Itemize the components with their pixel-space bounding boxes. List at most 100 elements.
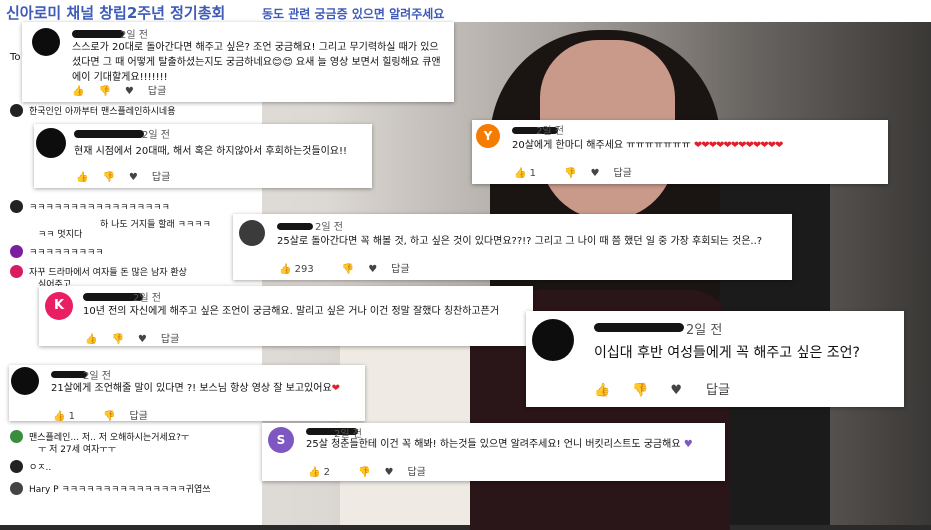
reply-button[interactable]: 답글 [391, 264, 409, 275]
chat-row: ㅋㅋㅋㅋㅋㅋㅋㅋㅋㅋㅋㅋㅋㅋㅋㅋㅋ [10, 200, 170, 216]
thumbs-up-icon[interactable]: 👍 1 [514, 168, 550, 179]
heart-icon[interactable]: ♥ [384, 467, 393, 478]
chat-row: ㅋㅋ 멋지다 [38, 230, 83, 240]
heart-icon[interactable]: ♥ [138, 334, 147, 345]
thumbs-down-icon[interactable]: 👎 [632, 383, 648, 398]
comment-card: 2일 전 현재 시점에서 20대때, 해서 혹은 하지않아서 후회하는것들이요!… [34, 124, 372, 188]
comment-actions: 👍 1 👎 답글 [53, 407, 162, 422]
comment-text: 스스로가 20대로 돌아간다면 해주고 싶은? 조언 궁금해요! 그리고 무기력… [72, 42, 441, 83]
heart-icon[interactable]: ♥ [368, 264, 377, 275]
chat-tab[interactable]: To [10, 52, 21, 63]
chat-row: 자꾸 드라마에서 여자들 돈 많은 남자 환상 [10, 265, 187, 281]
comment-time: 2일 전 [83, 371, 111, 382]
video-title-bar: 신아로미 채널 창립2주년 정기총회 동도 관련 궁금증 있으면 알려주세요 [0, 0, 931, 22]
thumbs-down-icon[interactable]: 👎 [102, 172, 114, 183]
thumbs-up-icon[interactable]: 👍 [85, 334, 97, 345]
comment-actions: 👍 👎 ♥ 답글 [72, 82, 180, 97]
comment-time: 2일 전 [315, 222, 343, 233]
avatar [10, 265, 23, 278]
thumbs-down-icon[interactable]: 👎 [342, 264, 354, 275]
avatar [10, 482, 23, 495]
thumbs-down-icon[interactable]: 👎 [98, 86, 110, 97]
comment-actions: 👍 👎 ♥ 답글 [76, 168, 184, 183]
avatar [532, 319, 574, 361]
comment-card: 2일 전 25살로 돌아간다면 꼭 해볼 것, 하고 싶은 것이 있다면요??!… [233, 214, 792, 280]
chat-row: ㅜ 저 27세 여자ㅜㅜ [38, 445, 116, 455]
thumbs-down-icon[interactable]: 👎 [564, 168, 576, 179]
thumbs-down-icon[interactable]: 👎 [111, 334, 123, 345]
heart-icon[interactable]: ♥ [590, 168, 599, 179]
chat-row: Hary P ㅋㅋㅋㅋㅋㅋㅋㅋㅋㅋㅋㅋㅋㅋㅋ귀엽쓰 [10, 482, 211, 498]
avatar [11, 367, 39, 395]
redacted-username [51, 371, 87, 378]
comment-time: 2일 전 [133, 293, 161, 304]
thumbs-up-icon[interactable]: 👍 [594, 383, 610, 398]
chat-row: 한국인인 아까부터 맨스플레인하시네용 [10, 104, 175, 120]
redacted-username [74, 130, 144, 138]
heart-emojis: ❤❤❤❤❤❤❤❤❤❤❤❤ [693, 140, 784, 151]
comment-time: 2일 전 [686, 323, 723, 338]
avatar [10, 245, 23, 258]
comment-actions: 👍 2 👎 ♥ 답글 [308, 463, 440, 478]
avatar [36, 128, 66, 158]
purple-heart-emoji: ♥ [683, 439, 693, 450]
comment-card: 2일 전 스스로가 20대로 돌아간다면 해주고 싶은? 조언 궁금해요! 그리… [22, 22, 454, 102]
reply-button[interactable]: 답글 [706, 383, 730, 398]
heart-emoji: ❤ [331, 383, 340, 394]
thumbs-up-icon[interactable]: 👍 2 [308, 467, 344, 478]
thumbs-down-icon[interactable]: 👎 [103, 411, 115, 422]
thumbs-up-icon[interactable]: 👍 [72, 86, 84, 97]
comment-actions: 👍 1 👎 ♥ 답글 [514, 164, 646, 179]
reply-button[interactable]: 답글 [129, 411, 147, 422]
video-title: 신아로미 채널 창립2주년 정기총회 [6, 4, 226, 22]
comment-text: 20살에게 한마디 해주세요 ㅠㅠㅠㅠㅠㅠㅠ ❤❤❤❤❤❤❤❤❤❤❤❤ [512, 140, 784, 151]
avatar: S [268, 427, 294, 453]
comment-card: S 2일 전 25살 청춘들한테 이건 꼭 해봐! 하는것들 있으면 알려주세요… [262, 423, 725, 481]
comment-actions: 👍 👎 ♥ 답글 [594, 379, 744, 398]
chat-row: ㅋㅋㅋㅋㅋㅋㅋㅋㅋ [10, 245, 104, 261]
heart-icon[interactable]: ♥ [670, 383, 682, 398]
heart-icon[interactable]: ♥ [129, 172, 138, 183]
comment-text: 이십대 후반 여성들에게 꼭 해주고 싶은 조언? [594, 345, 860, 361]
redacted-username [72, 30, 124, 38]
thumbs-up-icon[interactable]: 👍 293 [279, 264, 328, 275]
avatar [10, 200, 23, 213]
reply-button[interactable]: 답글 [148, 86, 166, 97]
comment-text: 25살로 돌아간다면 꼭 해볼 것, 하고 싶은 것이 있다면요??!? 그리고… [277, 236, 763, 247]
reply-button[interactable]: 답글 [152, 172, 170, 183]
avatar [10, 430, 23, 443]
avatar [10, 104, 23, 117]
comment-actions: 👍 👎 ♥ 답글 [85, 330, 193, 345]
comment-time: 2일 전 [142, 130, 170, 141]
avatar [239, 220, 265, 246]
comment-text: 10년 전의 자신에게 해주고 싶은 조언이 궁금해요. 말리고 싶은 거나 이… [83, 306, 500, 317]
video-subtitle: 동도 관련 궁금증 있으면 알려주세요 [262, 7, 445, 21]
like-count: 1 [529, 168, 537, 179]
comment-actions: 👍 293 👎 ♥ 답글 [279, 260, 424, 275]
comment-card: K 2일 전 10년 전의 자신에게 해주고 싶은 조언이 궁금해요. 말리고 … [39, 286, 533, 346]
avatar: Y [476, 124, 500, 148]
avatar [10, 460, 23, 473]
thumbs-up-icon[interactable]: 👍 [76, 172, 88, 183]
like-count: 293 [294, 264, 314, 275]
redacted-username [594, 323, 684, 332]
chat-row: 하 나도 거지들 할래 ㅋㅋㅋㅋ [100, 220, 211, 230]
reply-button[interactable]: 답글 [407, 467, 425, 478]
comment-text: 21살에게 조언해줄 말이 있다면 ?! 보스님 항상 영상 잘 보고있어요❤ [51, 383, 340, 394]
redacted-username [277, 223, 313, 230]
heart-icon[interactable]: ♥ [125, 86, 134, 97]
avatar [32, 28, 60, 56]
like-count: 1 [68, 411, 76, 422]
comment-text: 현재 시점에서 20대때, 해서 혹은 하지않아서 후회하는것들이요!! [74, 146, 347, 157]
avatar: K [45, 292, 73, 320]
comment-card: Y 2일 전 20살에게 한마디 해주세요 ㅠㅠㅠㅠㅠㅠㅠ ❤❤❤❤❤❤❤❤❤❤… [472, 120, 888, 184]
comment-time: 2일 전 [120, 30, 148, 41]
reply-button[interactable]: 답글 [161, 334, 179, 345]
thumbs-up-icon[interactable]: 👍 1 [53, 411, 89, 422]
reply-button[interactable]: 답글 [613, 168, 631, 179]
thumbs-down-icon[interactable]: 👎 [358, 467, 370, 478]
like-count: 2 [323, 467, 331, 478]
comment-card: 2일 전 이십대 후반 여성들에게 꼭 해주고 싶은 조언? 👍 👎 ♥ 답글 [526, 311, 904, 407]
comment-text: 25살 청춘들한테 이건 꼭 해봐! 하는것들 있으면 알려주세요! 언니 버킷… [306, 439, 693, 450]
chat-row: ㅇㅈ.. [10, 460, 51, 476]
